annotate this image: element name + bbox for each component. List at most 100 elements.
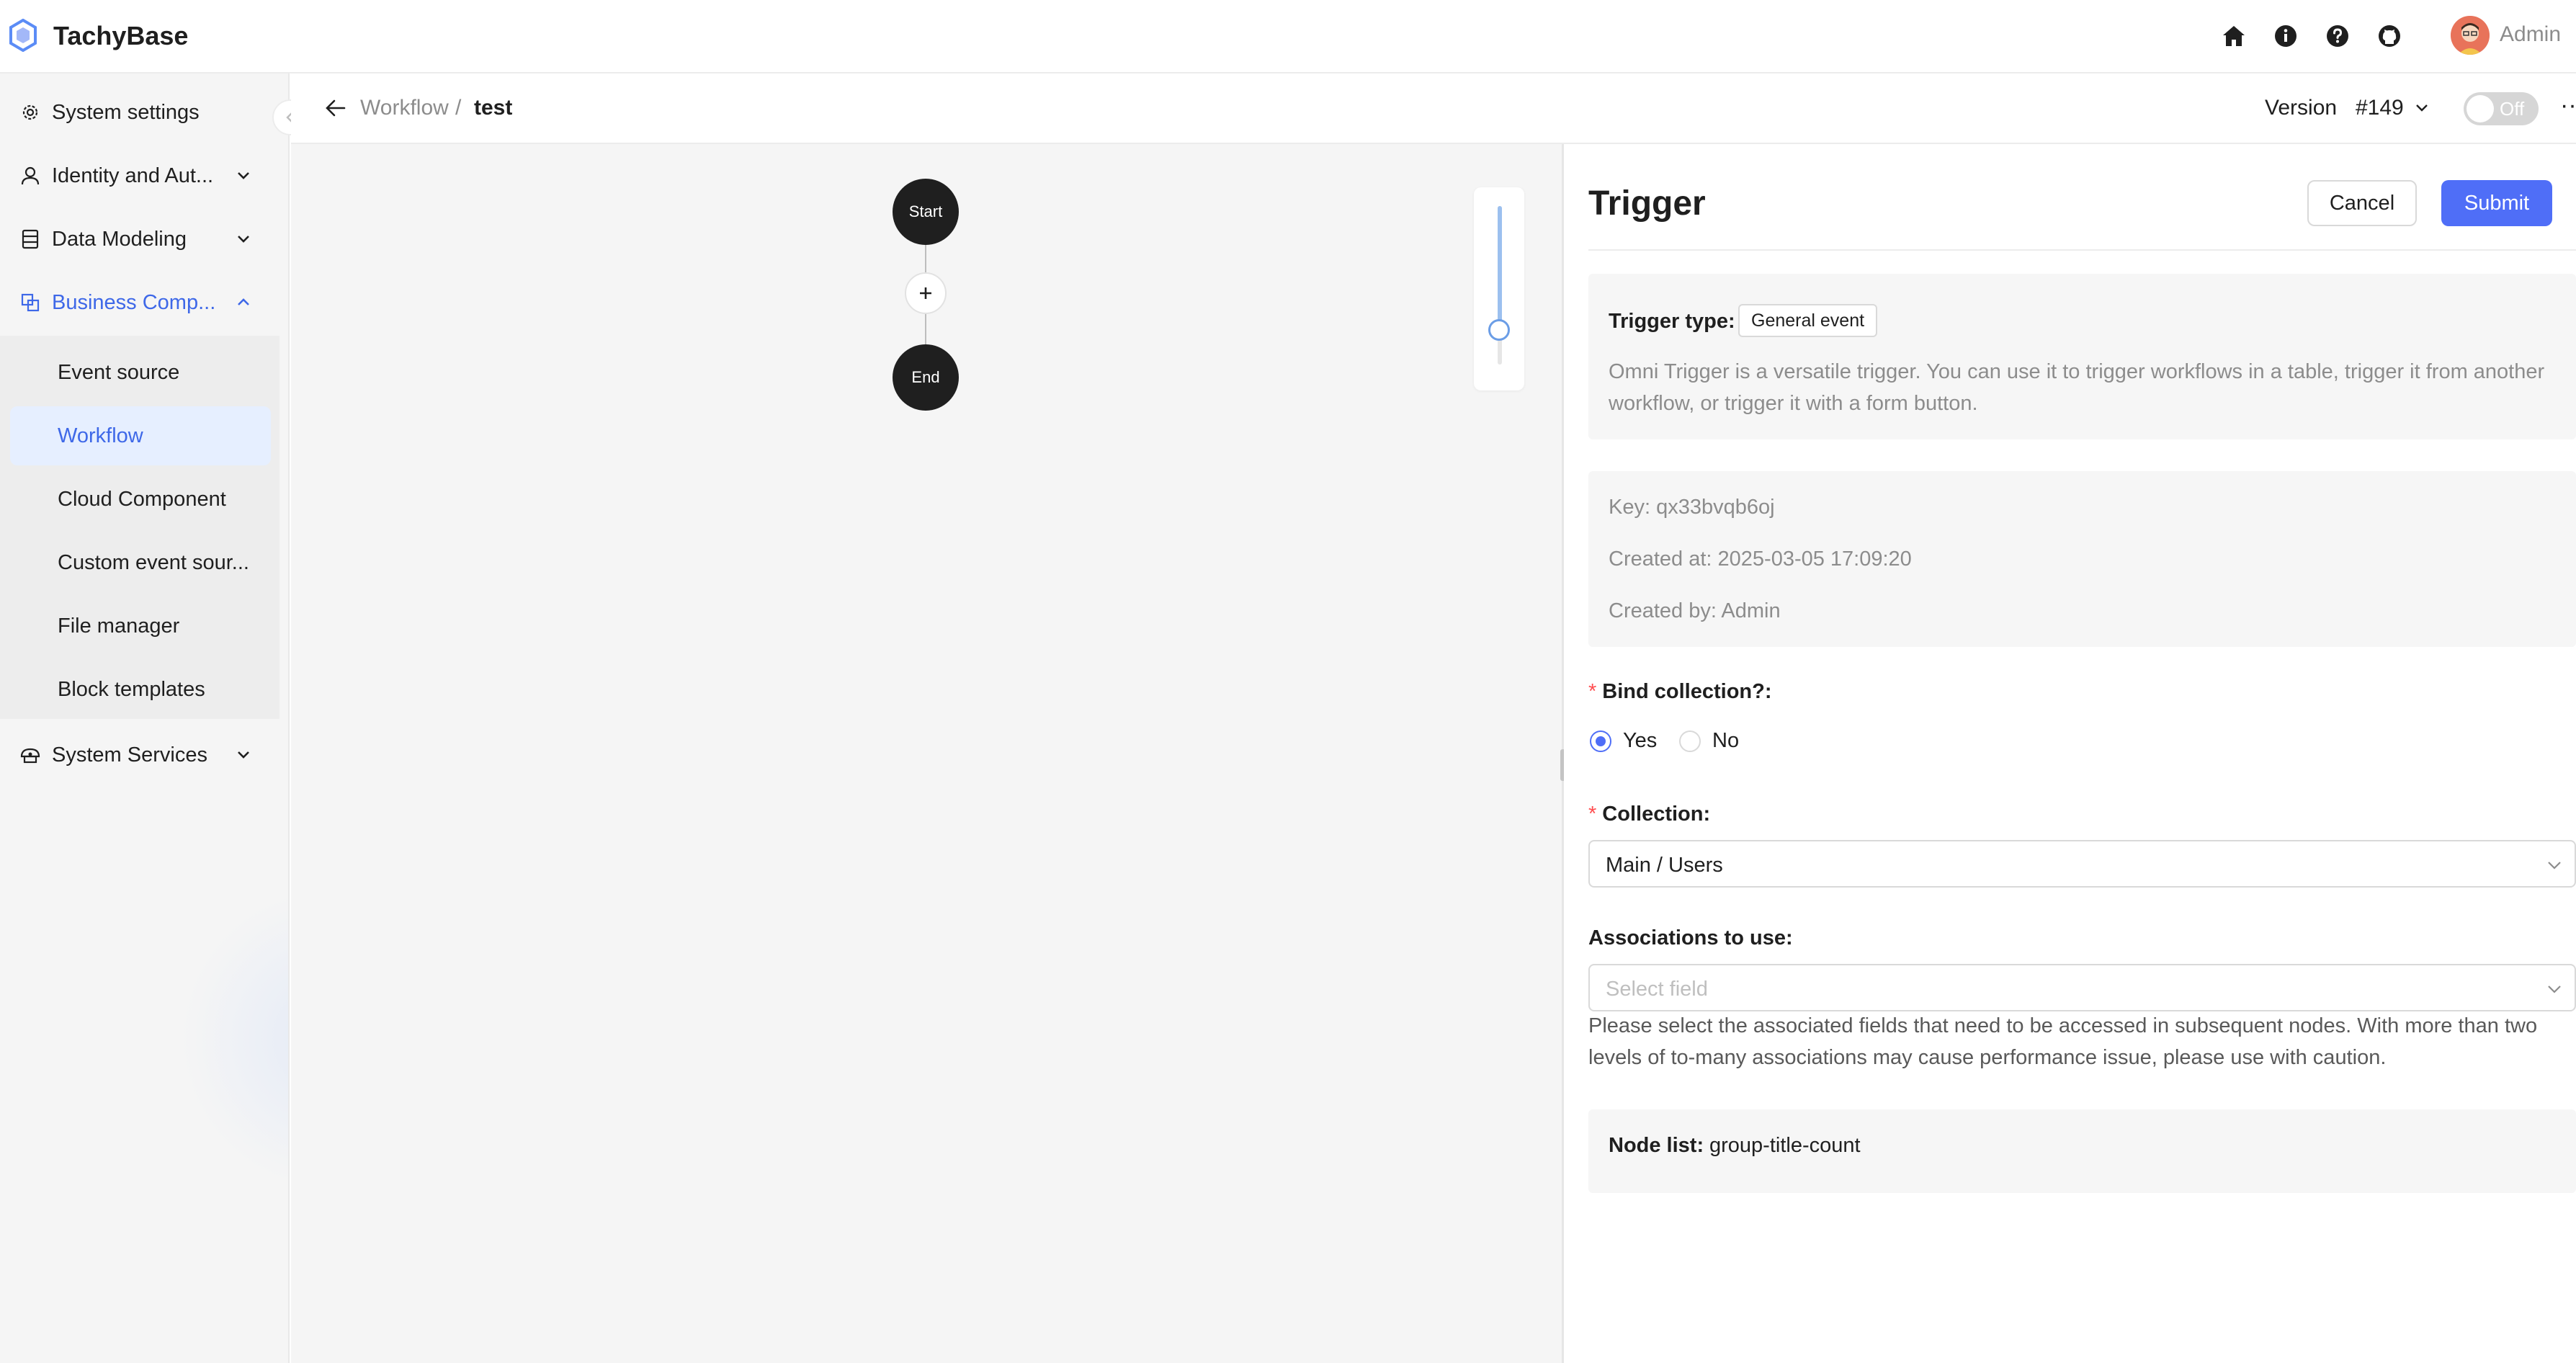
sidebar-item-label: Workflow (58, 424, 143, 447)
more-options-button[interactable]: ··· (2560, 91, 2576, 120)
sidebar-item-label: System settings (52, 101, 200, 124)
version-label: Version (2265, 96, 2338, 120)
sidebar-item-workflow[interactable]: Workflow (10, 406, 271, 465)
radio-yes-label[interactable]: Yes (1623, 728, 1657, 754)
associations-label: Associations to use: (1588, 925, 1793, 951)
chevron-down-icon (238, 236, 249, 243)
sidebar-item-event-source[interactable]: Event source (10, 343, 271, 402)
edge-connector (925, 245, 926, 272)
label-colon: : (1764, 680, 1772, 703)
associations-help: Please select the associated fields that… (1588, 1014, 2538, 1069)
user-avatar-icon (2451, 16, 2490, 55)
workflow-canvas[interactable]: Start End (291, 144, 1563, 1363)
user-name[interactable]: Admin (2500, 22, 2561, 48)
chevron-down-icon (2548, 862, 2561, 870)
trigger-key: Key: qx33bvqb6oj (1609, 496, 1775, 519)
github-icon[interactable] (2376, 22, 2403, 50)
chevron-down-icon (2548, 986, 2561, 993)
node-list-label: Node list: (1609, 1134, 1704, 1157)
trigger-type-label: Trigger type: (1609, 310, 1735, 333)
toggle-knob (2467, 95, 2494, 122)
radio-no[interactable] (1679, 730, 1701, 752)
panel-title: Trigger (1588, 184, 1706, 223)
add-node-button[interactable] (905, 272, 947, 314)
collection-text: Collection (1602, 803, 1704, 826)
sidebar-item-cloud-component[interactable]: Cloud Component (10, 470, 271, 529)
associations-placeholder: Select field (1606, 978, 1708, 1001)
sidebar-item-file-manager[interactable]: File manager (10, 596, 271, 656)
label-colon: : (1703, 803, 1711, 826)
avatar[interactable] (2451, 16, 2490, 55)
sidebar-item-label: Data Modeling (52, 228, 187, 251)
brand-name[interactable]: TachyBase (53, 20, 188, 52)
trigger-description: Omni Trigger is a versatile trigger. You… (1609, 360, 2545, 415)
sidebar-item-label: System Services (52, 743, 207, 767)
end-node[interactable]: End (893, 344, 959, 411)
chevron-down-icon (238, 751, 249, 759)
collection-select-value: Main / Users (1606, 854, 1723, 877)
sidebar-item-block-templates[interactable]: Block templates (10, 660, 271, 719)
collection-label: * Collection: (1588, 801, 1710, 827)
sidebar-item-label: Business Comp... (52, 291, 216, 314)
sidebar-item-system-settings[interactable]: System settings (9, 82, 278, 143)
radio-no-label[interactable]: No (1712, 728, 1739, 754)
node-list-card: Node list: group-title-count (1588, 1109, 2576, 1193)
sidebar-item-data-modeling[interactable]: Data Modeling (9, 209, 278, 269)
sidebar: System settings Identity and Aut... Data… (0, 73, 290, 1363)
required-mark: * (1588, 680, 1597, 703)
sidebar-item-label: Block templates (58, 678, 205, 701)
breadcrumb-separator: / (455, 96, 462, 120)
gear-icon (22, 104, 38, 120)
business-icon (21, 293, 40, 312)
sidebar-item-business-components[interactable]: Business Comp... (9, 272, 278, 333)
top-header: TachyBase Admin (0, 0, 2576, 73)
help-icon[interactable] (2324, 22, 2351, 50)
arrow-left-icon[interactable] (323, 95, 349, 121)
sidebar-item-label: Cloud Component (58, 488, 226, 511)
sidebar-item-label: Identity and Aut... (52, 164, 214, 187)
start-node[interactable]: Start (893, 179, 959, 245)
business-components-submenu: Event source Workflow Cloud Component Cu… (0, 336, 279, 719)
zoom-control (1474, 187, 1524, 390)
divider (1588, 249, 2576, 251)
tachybase-logo-icon[interactable] (9, 19, 37, 52)
trigger-type-tag: General event (1738, 304, 1878, 337)
trigger-type-card: Trigger type: General event Omni Trigger… (1588, 274, 2576, 439)
required-mark: * (1588, 803, 1597, 826)
radio-yes[interactable] (1590, 730, 1611, 752)
info-icon[interactable] (2272, 22, 2299, 50)
cloud-services-icon (20, 748, 40, 764)
breadcrumb-workflow[interactable]: Workflow (360, 95, 449, 121)
edge-connector (925, 314, 926, 344)
home-icon[interactable] (2220, 22, 2248, 50)
collection-select[interactable]: Main / Users (1588, 840, 2576, 888)
version-select[interactable]: #149 (2356, 95, 2404, 121)
breadcrumb-current: test (474, 96, 513, 120)
sidebar-item-system-services[interactable]: System Services (9, 725, 278, 785)
workflow-toolbar: Workflow / test Version #149 Off ··· (291, 73, 2576, 144)
sidebar-item-label: Custom event sour... (58, 551, 249, 574)
associations-select[interactable]: Select field (1588, 964, 2576, 1011)
submit-button[interactable]: Submit (2441, 180, 2552, 226)
zoom-slider-handle[interactable] (1488, 319, 1510, 341)
associations-text: Associations to use (1588, 926, 1786, 949)
zoom-slider-fill (1498, 206, 1502, 330)
chevron-down-icon[interactable] (2412, 98, 2432, 118)
sidebar-item-identity[interactable]: Identity and Aut... (9, 146, 278, 206)
trigger-config-panel: Trigger Cancel Submit Trigger type: Gene… (1564, 144, 2576, 1363)
zoom-slider-track[interactable] (1498, 206, 1502, 365)
cancel-button[interactable]: Cancel (2307, 180, 2417, 226)
toggle-label: Off (2500, 98, 2525, 120)
trigger-created-by: Created by: Admin (1609, 599, 1781, 622)
chevron-down-icon (238, 172, 249, 179)
trigger-meta-card: Key: qx33bvqb6oj Created at: 2025-03-05 … (1588, 471, 2576, 647)
workflow-enable-toggle[interactable]: Off (2464, 92, 2539, 125)
sidebar-item-label: Event source (58, 361, 180, 384)
sidebar-item-custom-event-source[interactable]: Custom event sour... (10, 533, 271, 592)
node-list-value: group-title-count (1709, 1134, 1861, 1157)
user-icon (21, 166, 40, 185)
bind-collection-text: Bind collection? (1602, 680, 1765, 703)
sidebar-item-label: File manager (58, 615, 180, 638)
trigger-created-at: Created at: 2025-03-05 17:09:20 (1609, 548, 1912, 571)
sidebar-decoration (180, 888, 288, 1190)
